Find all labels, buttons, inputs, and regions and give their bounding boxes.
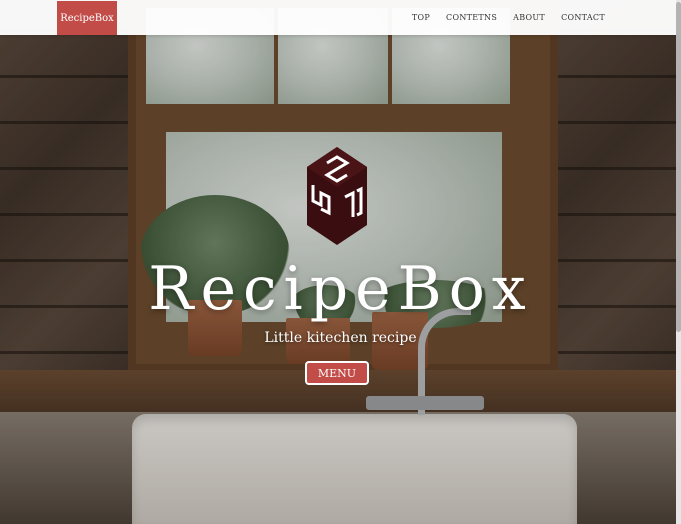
nav-link-contents[interactable]: CONTETNS (438, 13, 505, 22)
menu-button[interactable]: MENU (305, 361, 369, 385)
top-navbar: RecipeBox TOP CONTETNS ABOUT CONTACT (0, 0, 681, 35)
nav-link-top[interactable]: TOP (404, 13, 438, 22)
brand-link[interactable]: RecipeBox (57, 1, 117, 35)
hero-subtitle: Little kitechen recipe (264, 330, 417, 346)
hero-title: RecipeBox (148, 254, 533, 324)
scrollbar-thumb[interactable] (676, 2, 681, 332)
nav-link-contact[interactable]: CONTACT (553, 13, 613, 22)
scrollbar-track[interactable] (676, 0, 681, 524)
nav-link-about[interactable]: ABOUT (505, 13, 553, 22)
recipebox-logo-icon (307, 147, 367, 245)
nav-links: TOP CONTETNS ABOUT CONTACT (404, 0, 613, 35)
